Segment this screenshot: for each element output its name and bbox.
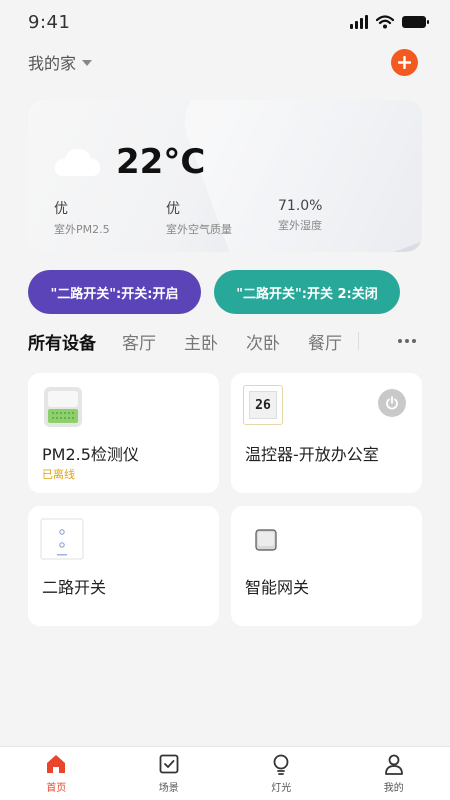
weather-card: 22°C 优 室外PM2.5 优 室外空气质量 71.0% 室外湿度 <box>28 100 422 252</box>
bottom-nav: 首页 场景 灯光 我的 <box>0 746 450 800</box>
stat-humidity: 71.0% 室外湿度 <box>278 198 322 233</box>
stat-value: 优 <box>166 201 180 217</box>
status-bar: 9:41 <box>0 0 450 44</box>
device-name: 二路开关 <box>42 578 107 597</box>
home-name: 我的家 <box>28 54 77 73</box>
signal-icon <box>350 15 368 29</box>
wifi-icon <box>376 15 394 29</box>
user-icon <box>384 754 403 775</box>
nav-lighting[interactable]: 灯光 <box>251 753 311 794</box>
nav-label: 灯光 <box>271 783 292 794</box>
home-icon <box>47 755 66 773</box>
power-button[interactable] <box>378 389 406 417</box>
nav-label: 场景 <box>158 783 179 794</box>
battery-icon <box>402 16 429 28</box>
nav-label: 首页 <box>46 783 67 794</box>
stat-label: 室外PM2.5 <box>54 223 110 236</box>
tab-divider <box>358 332 359 350</box>
device-card-pm25[interactable]: PM2.5检测仪 已离线 <box>28 373 219 493</box>
scene-button-switch-on[interactable]: "二路开关":开关:开启 <box>28 270 201 314</box>
cloud-icon <box>54 149 100 176</box>
status-time: 9:41 <box>28 11 71 33</box>
temperature: 22°C <box>116 142 206 182</box>
nav-profile[interactable]: 我的 <box>364 753 424 794</box>
status-icons <box>350 15 429 29</box>
nav-scene[interactable]: 场景 <box>139 753 199 794</box>
home-header: 我的家 <box>28 48 418 76</box>
home-selector[interactable]: 我的家 <box>28 50 93 74</box>
more-icon[interactable] <box>398 339 416 343</box>
scene-button-switch2-off[interactable]: "二路开关":开关 2:关闭 <box>214 270 400 314</box>
tab-dining-room[interactable]: 餐厅 <box>308 329 342 354</box>
stat-label: 室外湿度 <box>278 219 322 232</box>
tab-all-devices[interactable]: 所有设备 <box>28 329 96 354</box>
gateway-icon <box>255 529 277 551</box>
stat-value: 优 <box>54 201 68 217</box>
tab-second-bedroom[interactable]: 次卧 <box>246 329 280 354</box>
nav-label: 我的 <box>383 783 404 794</box>
room-tabs: 所有设备 客厅 主卧 次卧 餐厅 <box>28 326 422 356</box>
device-card-thermostat[interactable]: 26 温控器-开放办公室 <box>231 373 422 493</box>
stat-value: 71.0% <box>278 198 323 214</box>
device-name: 智能网关 <box>245 578 310 597</box>
scene-icon <box>159 754 179 774</box>
thermostat-display: 26 <box>255 397 271 413</box>
device-name: PM2.5检测仪 <box>42 445 139 464</box>
stat-pm25: 优 室外PM2.5 <box>54 198 110 237</box>
bulb-icon <box>273 754 289 775</box>
two-way-switch-icon <box>40 518 84 560</box>
plus-icon <box>398 55 411 69</box>
device-name: 温控器-开放办公室 <box>245 445 379 464</box>
device-status-offline: 已离线 <box>42 468 75 481</box>
air-monitor-icon <box>44 387 82 427</box>
tab-master-bedroom[interactable]: 主卧 <box>184 329 218 354</box>
stat-air-quality: 优 室外空气质量 <box>166 198 232 237</box>
stat-label: 室外空气质量 <box>166 223 232 236</box>
device-card-two-way-switch[interactable]: 二路开关 <box>28 506 219 626</box>
thermostat-icon: 26 <box>243 385 283 425</box>
tab-living-room[interactable]: 客厅 <box>122 329 156 354</box>
nav-home[interactable]: 首页 <box>26 753 86 794</box>
device-card-gateway[interactable]: 智能网关 <box>231 506 422 626</box>
add-button[interactable] <box>391 48 418 76</box>
caret-down-icon <box>82 60 93 66</box>
power-icon <box>386 396 398 410</box>
